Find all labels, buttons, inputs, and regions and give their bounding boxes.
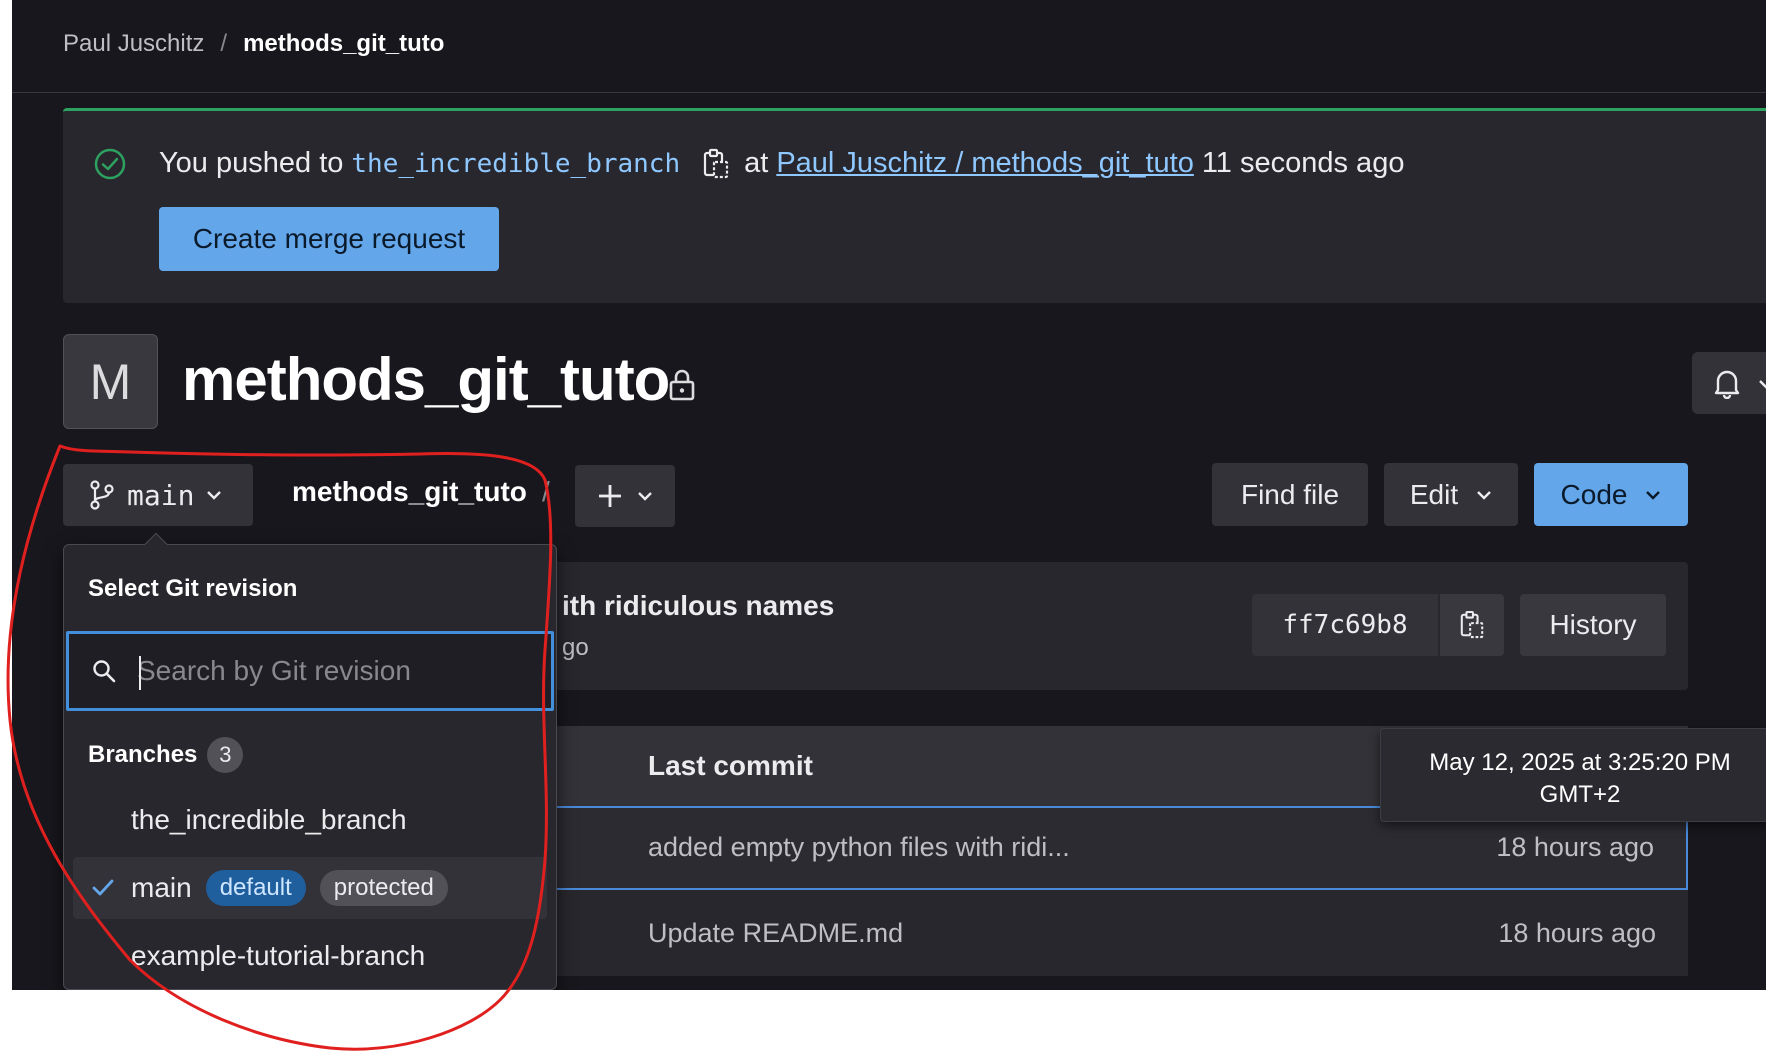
edit-dropdown-button[interactable]: Edit xyxy=(1384,463,1518,526)
push-prefix: You pushed to xyxy=(159,147,344,179)
branch-option[interactable]: the_incredible_branch xyxy=(73,789,547,851)
project-title: methods_git_tuto xyxy=(182,346,670,413)
branch-option-name: example-tutorial-branch xyxy=(131,940,426,971)
repo-path-separator: / xyxy=(542,476,550,507)
dropdown-arrow xyxy=(144,532,168,556)
push-alert: You pushed to the_incredible_branch at P… xyxy=(63,108,1766,303)
branch-option-name: the_incredible_branch xyxy=(131,804,407,835)
protected-badge: protected xyxy=(319,870,448,906)
project-avatar: M xyxy=(63,334,158,429)
dropdown-title: Select Git revision xyxy=(88,575,298,602)
copy-icon[interactable] xyxy=(702,148,730,180)
git-revision-dropdown: Select Git revision Branches 3 the_incre… xyxy=(63,532,557,990)
push-middle: at xyxy=(744,147,769,179)
branch-option-selected[interactable]: main default protected xyxy=(73,857,547,919)
last-commit-time: go xyxy=(562,634,589,661)
push-time: 11 seconds ago xyxy=(1201,147,1405,179)
notification-button[interactable] xyxy=(1692,352,1766,414)
text-cursor xyxy=(139,656,141,690)
check-circle-icon xyxy=(94,148,126,180)
create-merge-request-button[interactable]: Create merge request xyxy=(159,207,499,271)
tooltip-date: May 12, 2025 at 3:25:20 PM xyxy=(1429,749,1731,776)
revision-search-input[interactable] xyxy=(137,648,537,694)
row-commit-time: 18 hours ago xyxy=(1496,832,1654,862)
table-row[interactable]: Update README.md 18 hours ago xyxy=(512,894,1688,978)
breadcrumb: Paul Juschitz / methods_git_tuto xyxy=(63,30,444,58)
code-label: Code xyxy=(1560,478,1628,510)
row-commit-time: 18 hours ago xyxy=(1498,918,1656,948)
repo-path-root[interactable]: methods_git_tuto xyxy=(292,476,527,508)
default-badge: default xyxy=(205,870,306,906)
chevron-down-icon xyxy=(1759,380,1766,389)
current-branch-label: main xyxy=(127,478,195,512)
branch-icon xyxy=(90,480,114,510)
breadcrumb-separator: / xyxy=(220,30,228,57)
row-commit-message[interactable]: Update README.md xyxy=(648,918,903,949)
timestamp-tooltip: May 12, 2025 at 3:25:20 PM GMT+2 xyxy=(1380,728,1766,822)
edit-label: Edit xyxy=(1409,478,1459,510)
branch-option[interactable]: example-tutorial-branch xyxy=(73,925,547,987)
chevron-down-icon xyxy=(207,491,222,500)
last-commit-column-header: Last commit xyxy=(648,750,813,781)
last-commit-panel: ith ridiculous names go ff7c69b8 History xyxy=(512,562,1688,690)
commit-sha-button[interactable]: ff7c69b8 xyxy=(1252,594,1438,656)
search-icon xyxy=(93,660,116,683)
push-project-link[interactable]: Paul Juschitz / methods_git_tuto xyxy=(776,147,1194,180)
code-dropdown-button[interactable]: Code xyxy=(1534,463,1688,526)
app-window: Paul Juschitz / methods_git_tuto You pus… xyxy=(12,0,1766,990)
branch-selector-button[interactable]: main xyxy=(63,464,253,526)
add-dropdown-button[interactable] xyxy=(575,465,675,527)
breadcrumb-project[interactable]: methods_git_tuto xyxy=(243,30,444,58)
branches-label: Branches xyxy=(88,741,198,768)
last-commit-title[interactable]: ith ridiculous names xyxy=(562,590,834,622)
revision-search-field[interactable] xyxy=(66,631,554,711)
lock-icon xyxy=(669,369,695,401)
plus-icon xyxy=(599,485,621,507)
copy-sha-button[interactable] xyxy=(1440,594,1504,656)
copy-icon xyxy=(1460,610,1484,639)
tooltip-timezone: GMT+2 xyxy=(1539,781,1621,808)
check-icon xyxy=(92,879,114,896)
header-divider xyxy=(12,92,1766,93)
push-message: You pushed to the_incredible_branch at P… xyxy=(159,147,1404,180)
bell-icon xyxy=(1714,370,1740,399)
row-commit-message[interactable]: added empty python files with ridi... xyxy=(648,832,1070,863)
find-file-button[interactable]: Find file xyxy=(1212,463,1368,526)
history-button[interactable]: History xyxy=(1520,594,1666,656)
chevron-down-icon xyxy=(1477,490,1491,500)
branch-option-name: main xyxy=(131,872,192,903)
branches-count-badge: 3 xyxy=(207,737,244,773)
branches-section-header: Branches 3 xyxy=(88,737,244,773)
push-branch-name: the_incredible_branch xyxy=(351,148,681,179)
chevron-down-icon xyxy=(638,492,652,501)
chevron-down-icon xyxy=(1646,490,1661,500)
breadcrumb-owner[interactable]: Paul Juschitz xyxy=(63,30,204,58)
